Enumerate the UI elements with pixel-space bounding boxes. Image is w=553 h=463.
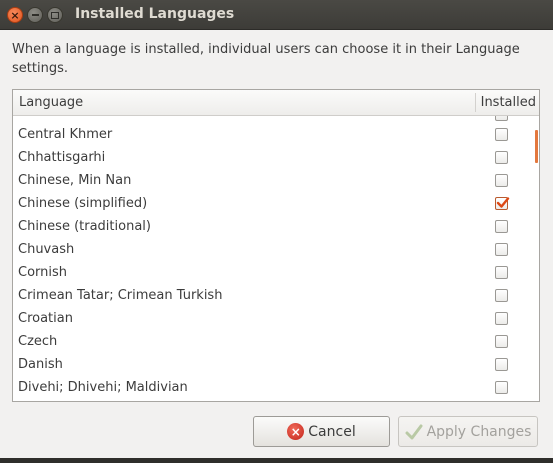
list-item[interactable]: Danish [13, 353, 539, 376]
close-icon: × [10, 8, 20, 22]
language-name: Danish [18, 357, 63, 372]
language-name: Croatian [18, 311, 73, 326]
list-item[interactable]: Chinese (simplified) [13, 192, 539, 215]
language-name: Chinese (simplified) [18, 196, 148, 211]
list-item[interactable]: Chinese, Min Nan [13, 169, 539, 192]
cancel-icon: × [287, 423, 305, 440]
language-name: Chinese, Min Nan [18, 173, 132, 188]
title-bar: × Installed Languages [0, 0, 553, 30]
cancel-button[interactable]: × Cancel [253, 416, 390, 447]
checkbox[interactable] [495, 335, 508, 348]
checkbox[interactable] [495, 128, 508, 141]
column-header-installed[interactable]: Installed [472, 95, 536, 110]
language-name: Central Khmer [18, 127, 113, 142]
checkbox[interactable] [495, 174, 508, 187]
language-name: Cornish [18, 265, 68, 280]
language-name: Czech [18, 334, 58, 349]
language-list[interactable]: Language Installed Central Khmer Chhattis… [12, 89, 540, 402]
cancel-button-label: Cancel [308, 423, 356, 440]
checkbox[interactable] [495, 266, 508, 279]
list-header: Language Installed [13, 90, 539, 116]
window-bottom-edge [0, 458, 553, 463]
list-item[interactable]: Cornish [13, 261, 539, 284]
language-name: Crimean Tatar; Crimean Turkish [18, 288, 223, 303]
list-item[interactable]: Crimean Tatar; Crimean Turkish [13, 284, 539, 307]
check-icon [405, 424, 423, 440]
apply-button-label: Apply Changes [426, 423, 532, 440]
language-rows: Central Khmer Chhattisgarhi Chinese, Min N… [13, 123, 539, 399]
scrollbar-thumb[interactable] [535, 130, 538, 163]
window-title: Installed Languages [75, 6, 235, 22]
language-name: Chuvash [18, 242, 75, 257]
checkbox[interactable] [495, 151, 508, 164]
apply-changes-button[interactable]: Apply Changes [398, 416, 538, 447]
list-item[interactable]: Divehi; Dhivehi; Maldivian [13, 376, 539, 399]
checkbox[interactable] [495, 381, 508, 394]
checkbox-checked[interactable] [495, 197, 510, 210]
checkbox[interactable] [495, 289, 508, 302]
checkmark-icon [496, 197, 510, 208]
list-item[interactable]: Czech [13, 330, 539, 353]
language-name: Divehi; Dhivehi; Maldivian [18, 380, 188, 395]
minimize-window-button[interactable] [27, 7, 43, 23]
list-item[interactable]: Chhattisgarhi [13, 146, 539, 169]
checkbox[interactable] [495, 243, 508, 256]
list-item[interactable]: Croatian [13, 307, 539, 330]
list-item[interactable]: Chuvash [13, 238, 539, 261]
list-item[interactable]: Central Khmer [13, 123, 539, 146]
checkbox[interactable] [495, 220, 508, 233]
language-name: Chinese (traditional) [18, 219, 151, 234]
language-name: Chhattisgarhi [18, 150, 106, 165]
checkbox[interactable] [495, 312, 508, 325]
close-window-button[interactable]: × [7, 7, 23, 23]
checkbox[interactable] [495, 358, 508, 371]
list-item[interactable]: Chinese (traditional) [13, 215, 539, 238]
column-header-language[interactable]: Language [19, 95, 83, 110]
partial-row-top [13, 116, 539, 121]
description-text: When a language is installed, individual… [12, 42, 520, 76]
checkbox[interactable] [495, 116, 508, 121]
partial-row-bottom [495, 397, 508, 401]
maximize-window-button[interactable] [47, 7, 63, 23]
